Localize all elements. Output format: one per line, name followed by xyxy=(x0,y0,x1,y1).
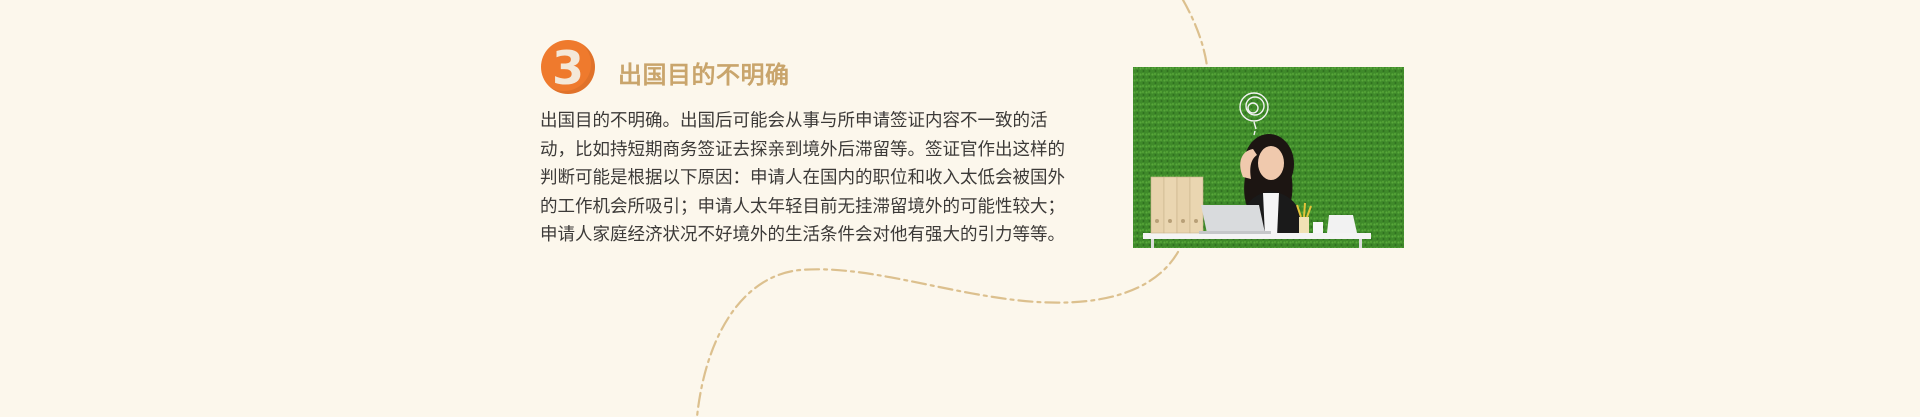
section-title: 出国目的不明确 xyxy=(618,61,790,89)
section-number-badge: 3 xyxy=(541,40,595,95)
section-number: 3 xyxy=(551,41,584,95)
section-body-text: 出国目的不明确。出国后可能会从事与所申请签证内容不一致的活动，比如持短期商务签证… xyxy=(540,111,1065,246)
woman-at-desk-photo xyxy=(1133,67,1404,248)
